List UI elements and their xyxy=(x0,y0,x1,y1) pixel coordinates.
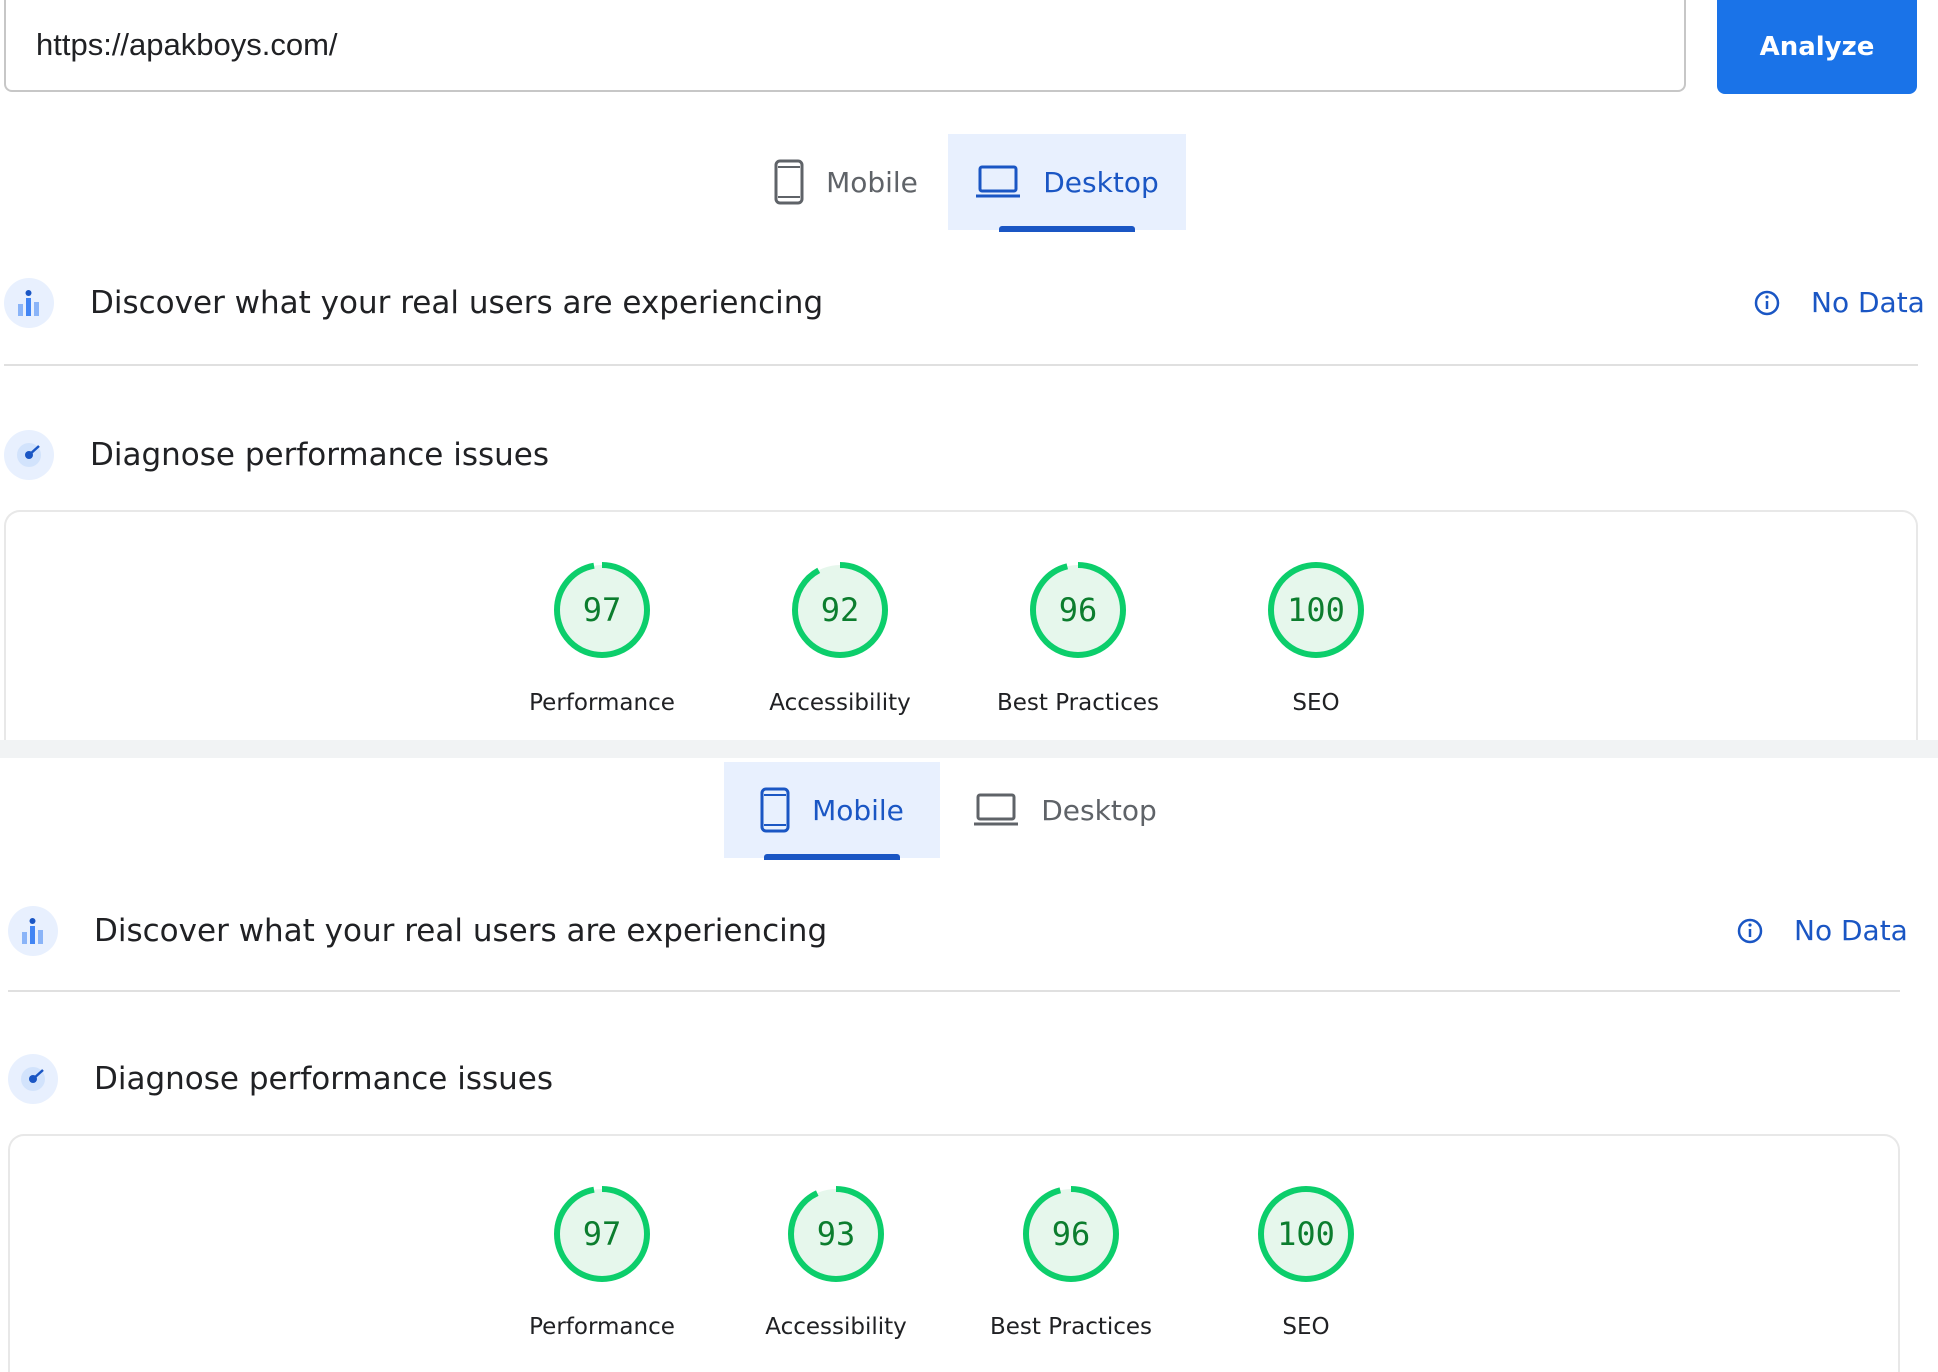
gauge-label: Accessibility xyxy=(765,1314,907,1340)
laptop-icon xyxy=(973,792,1019,828)
gauge-seo[interactable]: 100 SEO xyxy=(1206,560,1426,716)
svg-text:100: 100 xyxy=(1287,591,1345,629)
section-title: Diagnose performance issues xyxy=(94,1061,554,1097)
gauge-label: Best Practices xyxy=(996,690,1160,716)
url-input[interactable] xyxy=(4,0,1686,92)
radar-icon xyxy=(8,1054,58,1104)
phone-icon xyxy=(760,787,790,833)
gauge-label: Performance xyxy=(529,1314,675,1340)
gauge-seo[interactable]: 100 SEO xyxy=(1196,1184,1416,1340)
radar-icon xyxy=(4,430,54,480)
gauge-accessibility[interactable]: 93 Accessibility xyxy=(726,1184,946,1340)
no-data-label: No Data xyxy=(1811,286,1925,319)
svg-text:92: 92 xyxy=(821,591,860,629)
phone-icon xyxy=(774,159,804,205)
field-data-header: Discover what your real users are experi… xyxy=(8,906,827,956)
tab-desktop[interactable]: Desktop xyxy=(948,134,1186,232)
gauge-label: Performance xyxy=(529,690,675,716)
score-gauge: 97 xyxy=(554,1186,650,1282)
gauge-label: SEO xyxy=(1282,1314,1330,1340)
tab-label: Desktop xyxy=(1043,165,1159,199)
score-gauge: 100 xyxy=(1268,562,1364,658)
tab-label: Desktop xyxy=(1041,793,1157,827)
diagnose-header: Diagnose performance issues xyxy=(4,430,549,480)
divider xyxy=(8,990,1900,992)
active-tab-indicator xyxy=(999,226,1135,232)
score-gauge: 92 xyxy=(792,562,888,658)
chart-icon xyxy=(8,906,58,956)
divider xyxy=(4,364,1918,366)
no-data-link[interactable]: No Data xyxy=(1753,286,1925,319)
screenshot-separator xyxy=(0,740,1938,758)
tab-mobile[interactable]: Mobile xyxy=(724,762,940,860)
tab-mobile[interactable]: Mobile xyxy=(756,134,936,230)
no-data-link[interactable]: No Data xyxy=(1736,914,1908,947)
gauge-best-practices[interactable]: 96 Best Practices xyxy=(968,560,1188,716)
scores-panel: 97 Performance 92 Accessibility 96 Best … xyxy=(4,510,1918,742)
gauge-performance[interactable]: 97 Performance xyxy=(492,560,712,716)
no-data-label: No Data xyxy=(1794,914,1908,947)
section-title: Discover what your real users are experi… xyxy=(90,285,824,321)
laptop-icon xyxy=(975,164,1021,200)
info-icon xyxy=(1754,290,1780,315)
score-gauge: 96 xyxy=(1023,1186,1119,1282)
section-title: Diagnose performance issues xyxy=(90,437,550,473)
gauge-label: Accessibility xyxy=(769,690,911,716)
active-tab-indicator xyxy=(764,854,900,860)
diagnose-header: Diagnose performance issues xyxy=(8,1054,553,1104)
score-gauge: 97 xyxy=(554,562,650,658)
gauge-performance[interactable]: 97 Performance xyxy=(492,1184,712,1340)
gauge-label: SEO xyxy=(1292,690,1340,716)
score-gauge: 96 xyxy=(1030,562,1126,658)
info-icon xyxy=(1737,918,1763,943)
svg-text:93: 93 xyxy=(817,1215,856,1253)
gauge-accessibility[interactable]: 92 Accessibility xyxy=(730,560,950,716)
svg-text:96: 96 xyxy=(1052,1215,1091,1253)
tab-label: Mobile xyxy=(826,165,918,199)
gauge-best-practices[interactable]: 96 Best Practices xyxy=(961,1184,1181,1340)
score-gauge: 93 xyxy=(788,1186,884,1282)
gauge-label: Best Practices xyxy=(989,1314,1153,1340)
section-title: Discover what your real users are experi… xyxy=(94,913,828,949)
field-data-header: Discover what your real users are experi… xyxy=(4,278,823,328)
scores-panel: 97 Performance 93 Accessibility 96 Best … xyxy=(8,1134,1900,1372)
tab-desktop[interactable]: Desktop xyxy=(960,762,1170,858)
svg-text:100: 100 xyxy=(1277,1215,1335,1253)
score-gauge: 100 xyxy=(1258,1186,1354,1282)
chart-icon xyxy=(4,278,54,328)
svg-text:97: 97 xyxy=(583,591,622,629)
svg-text:96: 96 xyxy=(1059,591,1098,629)
tab-label: Mobile xyxy=(812,793,904,827)
analyze-button[interactable]: Analyze xyxy=(1717,0,1917,94)
svg-text:97: 97 xyxy=(583,1215,622,1253)
